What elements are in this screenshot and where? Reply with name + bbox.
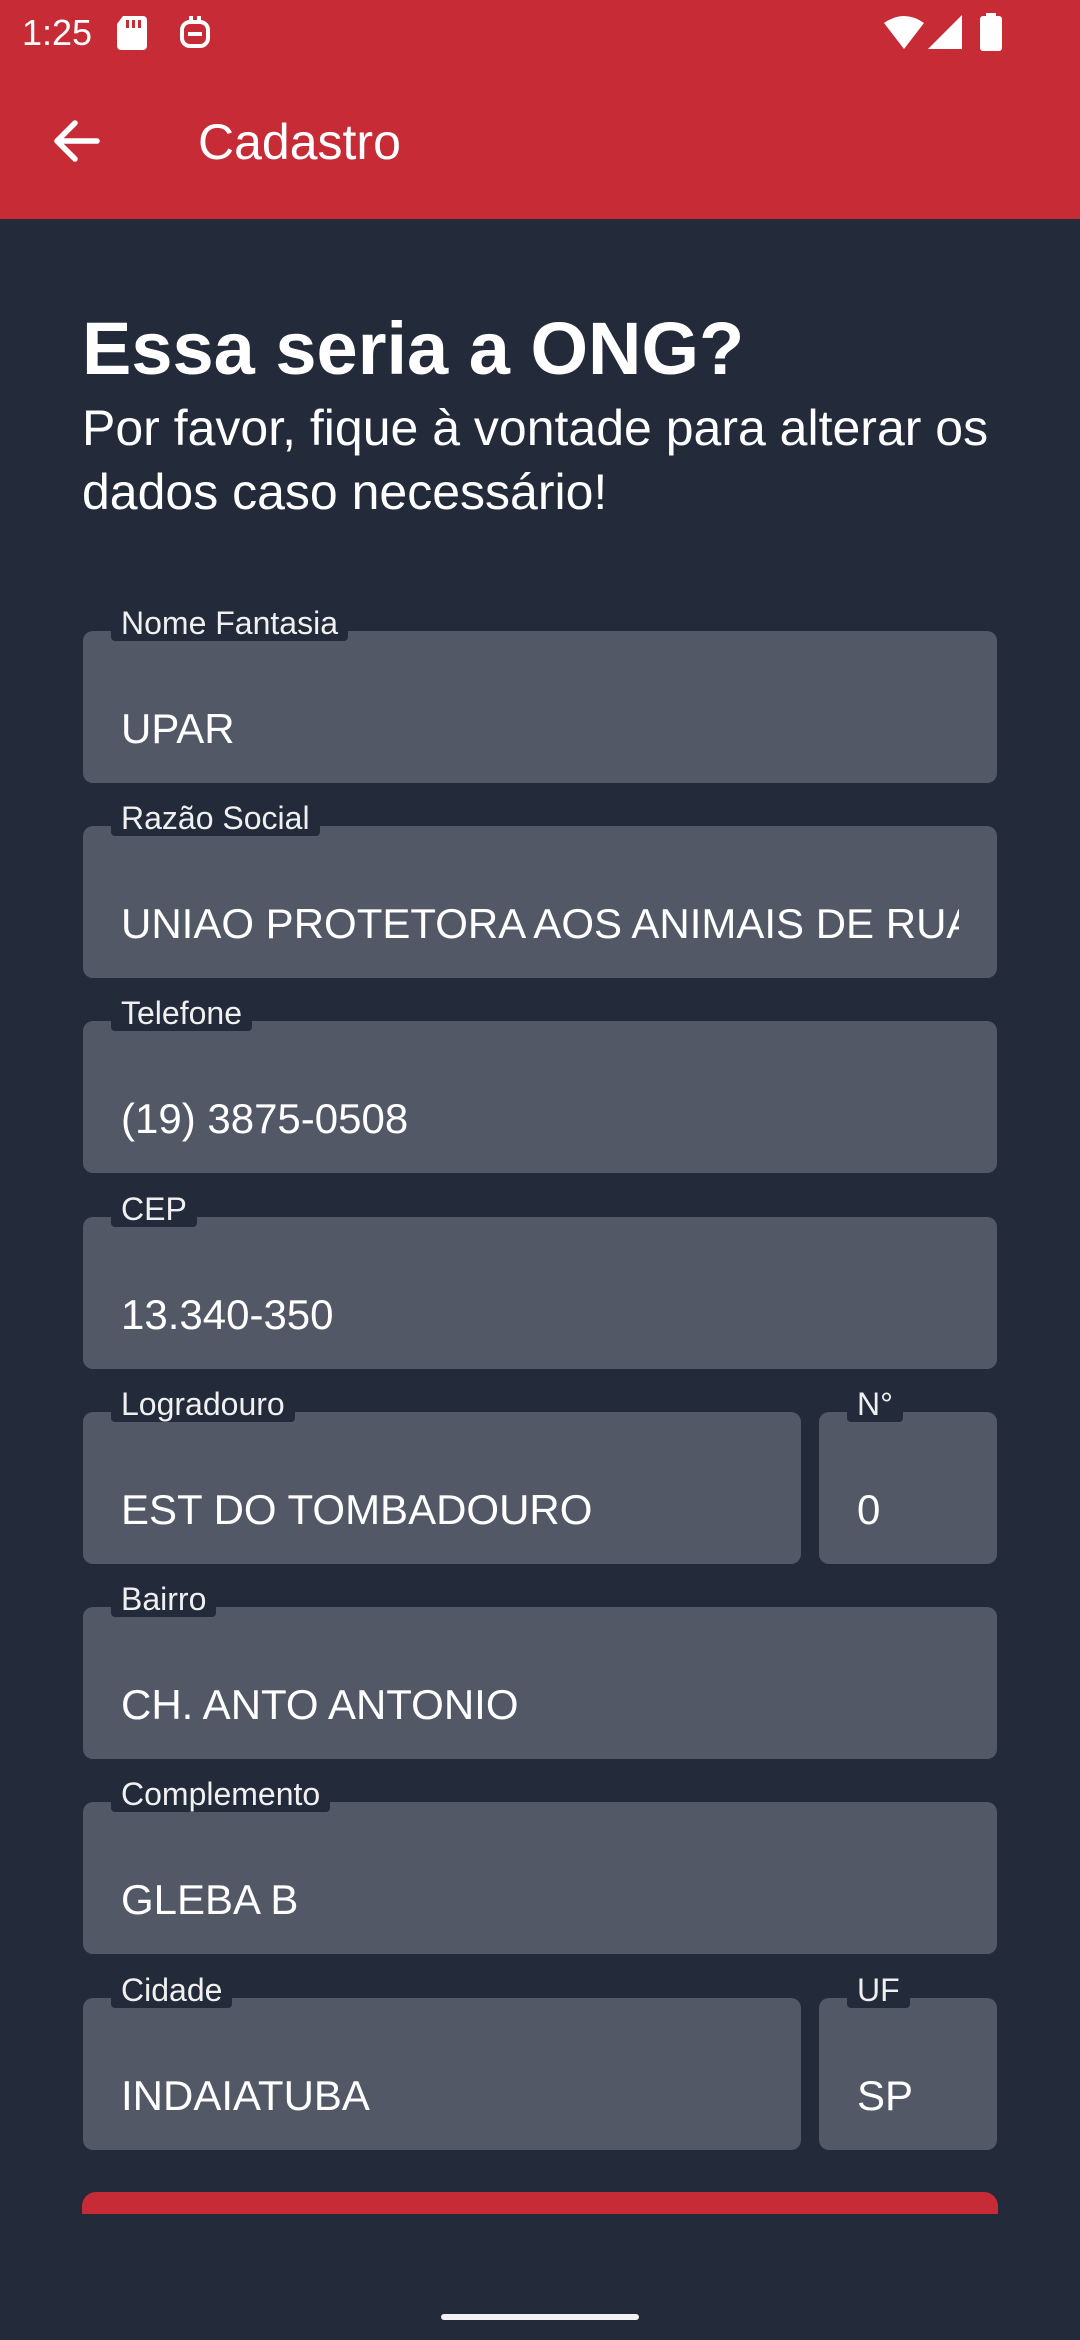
logradouro-field: Logradouro bbox=[83, 1386, 801, 1564]
page-title: Essa seria a ONG? bbox=[82, 307, 745, 390]
cidade-input[interactable] bbox=[83, 1998, 801, 2150]
razao-social-field: Razão Social bbox=[83, 800, 997, 978]
bairro-field: Bairro bbox=[83, 1581, 997, 1759]
telefone-input[interactable] bbox=[83, 1021, 997, 1173]
sd-card-icon bbox=[117, 16, 147, 50]
uf-field: UF bbox=[819, 1972, 997, 2150]
status-bar: 1:25 bbox=[0, 0, 1080, 66]
telefone-field: Telefone bbox=[83, 995, 997, 1173]
app-bar-title: Cadastro bbox=[198, 114, 401, 170]
uf-input[interactable] bbox=[819, 1998, 997, 2150]
numero-input[interactable] bbox=[819, 1412, 997, 1564]
cep-input[interactable] bbox=[83, 1217, 997, 1369]
logradouro-input[interactable] bbox=[83, 1412, 801, 1564]
wifi-icon bbox=[884, 15, 924, 49]
back-button[interactable] bbox=[40, 110, 114, 176]
app-bar: 1:25 Cadastro bbox=[0, 0, 1080, 219]
signal-icon bbox=[928, 15, 962, 49]
page-subtitle: Por favor, fique à vontade para alterar … bbox=[82, 400, 989, 520]
app-notification-icon bbox=[178, 14, 212, 52]
cidade-field: Cidade bbox=[83, 1972, 801, 2150]
arrow-back-icon bbox=[53, 119, 101, 168]
complemento-input[interactable] bbox=[83, 1802, 997, 1954]
status-time: 1:25 bbox=[22, 12, 93, 53]
gesture-handle[interactable] bbox=[441, 2314, 639, 2320]
nome-fantasia-field: Nome Fantasia bbox=[83, 605, 997, 783]
bairro-input[interactable] bbox=[83, 1607, 997, 1759]
nome-fantasia-input[interactable] bbox=[83, 631, 997, 783]
cep-field: CEP bbox=[83, 1191, 997, 1369]
complemento-field: Complemento bbox=[83, 1776, 997, 1954]
razao-social-input[interactable] bbox=[83, 826, 997, 978]
battery-icon bbox=[980, 13, 1002, 51]
navigation-bar bbox=[0, 2214, 1080, 2340]
numero-field: N° bbox=[819, 1386, 997, 1564]
